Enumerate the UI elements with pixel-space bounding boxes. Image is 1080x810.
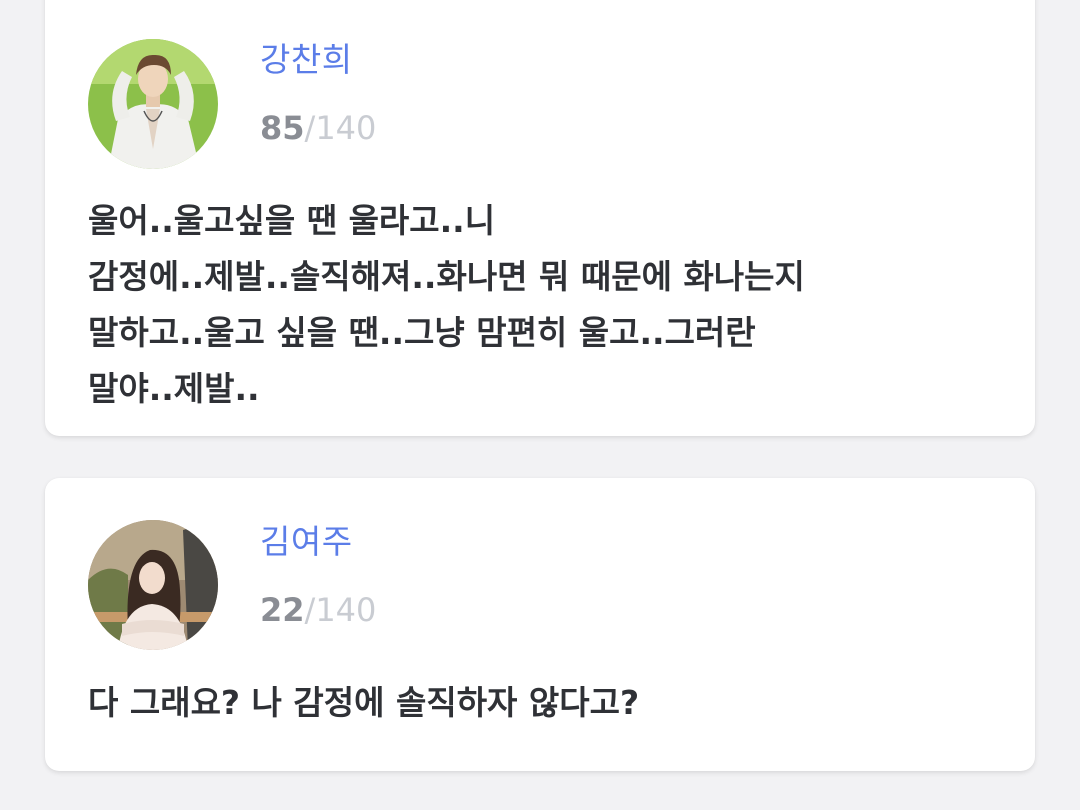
post-card: 강찬희 85/140 울어..울고싶을 땐 울라고..니 감정에..제발..솔직… — [45, 0, 1035, 436]
count-current: 85 — [260, 109, 305, 147]
character-count: 85/140 — [260, 108, 376, 148]
post-card: 김여주 22/140 다 그래요? 나 감정에 솔직하자 않다고? — [45, 478, 1035, 771]
message-text: 다 그래요? 나 감정에 솔직하자 않다고? — [88, 675, 988, 731]
message-line: 감정에..제발..솔직해져..화나면 뭐 때문에 화나는지 — [88, 257, 805, 296]
author-name[interactable]: 강찬희 — [260, 40, 353, 80]
message-line: 말야..제발.. — [88, 369, 260, 408]
avatar[interactable] — [88, 520, 218, 650]
author-name[interactable]: 김여주 — [260, 522, 353, 562]
avatar[interactable] — [88, 39, 218, 169]
count-max: /140 — [304, 109, 377, 147]
avatar-photo — [88, 39, 218, 169]
message-line: 다 그래요? 나 감정에 솔직하자 않다고? — [88, 683, 640, 722]
message-line: 울어..울고싶을 땐 울라고..니 — [88, 201, 496, 240]
message-line: 말하고..울고 싶을 땐..그냥 맘편히 울고..그러란 — [88, 313, 756, 352]
character-count: 22/140 — [260, 590, 376, 630]
message-text: 울어..울고싶을 땐 울라고..니 감정에..제발..솔직해져..화나면 뭐 때… — [88, 193, 988, 417]
count-current: 22 — [260, 591, 305, 629]
avatar-photo — [88, 520, 218, 650]
count-max: /140 — [304, 591, 377, 629]
